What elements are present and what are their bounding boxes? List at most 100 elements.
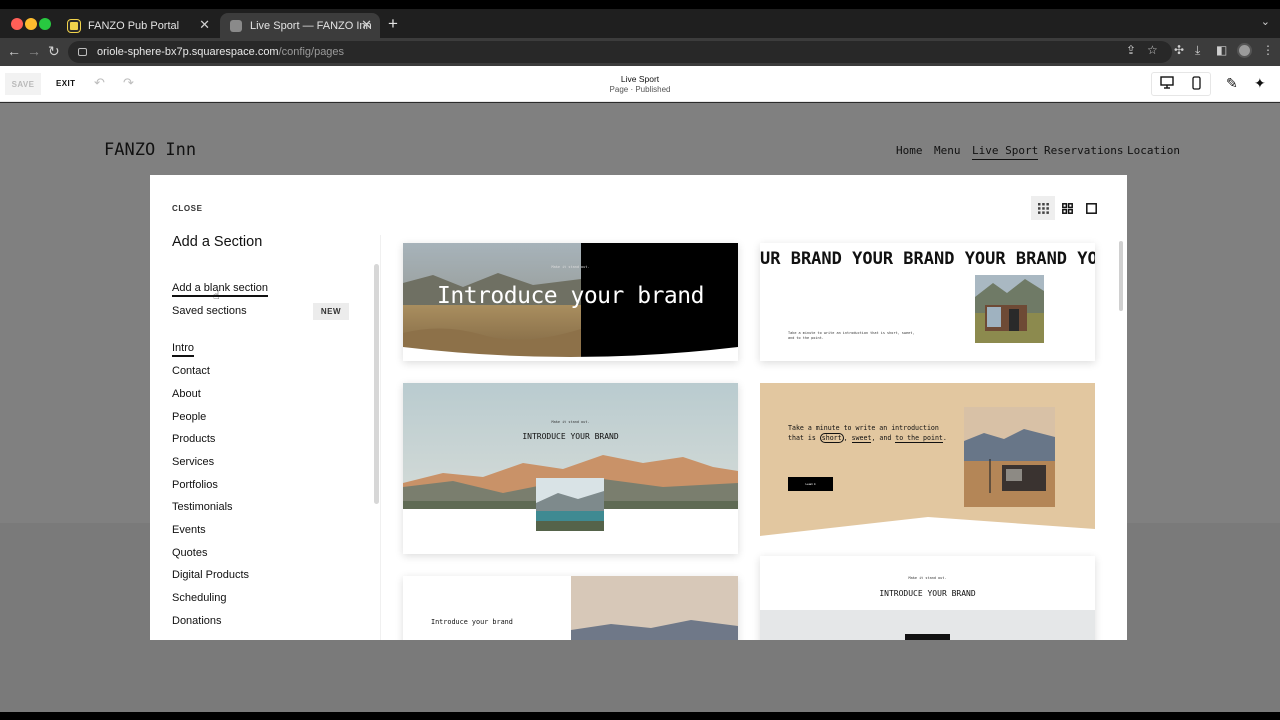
template-body-line1: Take a minute to write an introduction [788,424,939,432]
category-about[interactable]: About [172,388,201,400]
page-title: Live Sport [620,74,660,84]
category-people[interactable]: People [172,411,206,423]
back-arrow-icon[interactable]: ← [7,43,21,59]
template-word-short: short [819,433,844,443]
template-card-intro-6[interactable]: Make it stand out. INTRODUCE YOUR BRAND [760,556,1095,640]
window-close-button[interactable] [11,18,23,30]
template-card-intro-5[interactable]: Introduce your brand [403,576,738,640]
profile-avatar[interactable] [1237,43,1252,58]
reload-icon[interactable]: ↻ [48,43,60,59]
category-contact[interactable]: Contact [172,365,210,377]
bookmark-star-icon[interactable]: ☆ [1147,43,1158,57]
template-body: Take a minute to write an introduction t… [788,331,915,340]
category-donations[interactable]: Donations [172,615,222,627]
design-sparkle-icon[interactable]: ✦ [1254,75,1266,91]
browser-toolbar: ← → ↻ oriole-sphere-bx7p.squarespace.com… [0,38,1280,66]
exit-button[interactable]: EXIT [56,79,75,88]
sidebar-scrollbar[interactable] [374,264,379,504]
template-card-intro-2[interactable]: UR BRAND YOUR BRAND YOUR BRAND YOU Take … [760,243,1095,361]
more-menu-icon[interactable]: ⋮ [1262,43,1274,57]
template-preview-image [571,576,738,640]
category-digital-products[interactable]: Digital Products [172,569,249,581]
close-button[interactable]: CLOSE [172,204,203,213]
saved-sections-link[interactable]: Saved sections [172,305,247,317]
template-headline: Introduce your brand [431,618,513,626]
category-quotes[interactable]: Quotes [172,547,207,559]
template-preview-image [760,610,1095,640]
template-cabin-image [975,275,1044,343]
template-card-intro-4[interactable]: Take a minute to write an introduction t… [760,383,1095,536]
grid-small-icon[interactable] [1031,196,1055,220]
template-marquee: UR BRAND YOUR BRAND YOUR BRAND YOU [760,249,1095,269]
window-minimize-button[interactable] [25,18,37,30]
tab-search-chevron-icon[interactable]: ⌄ [1261,15,1270,28]
category-testimonials[interactable]: Testimonials [172,501,233,513]
site-nav-live-sport[interactable]: Live Sport [972,144,1039,160]
template-kicker: Make it stand out. [908,576,947,580]
template-headline: INTRODUCE YOUR BRAND [879,589,976,598]
template-kicker: Make it stand out. [551,265,590,269]
add-blank-section-link[interactable]: Add a blank section [172,282,269,297]
template-angle-shape [760,517,1095,536]
template-sep: , [843,434,852,442]
address-bar[interactable]: oriole-sphere-bx7p.squarespace.com/confi… [68,41,1172,63]
template-kicker: Make it stand out. [551,420,590,424]
url-path: /config/pages [278,46,345,58]
window-zoom-button[interactable] [39,18,51,30]
category-scheduling[interactable]: Scheduling [172,592,226,604]
browser-tab-live-sport[interactable]: Live Sport — FANZO Inn ✕ [220,13,380,38]
fanzo-favicon-icon [67,18,81,33]
tab-title: Live Sport — FANZO Inn [250,19,372,32]
template-word-sweet: sweet [851,434,872,443]
mouse-pointer-icon: ☝ [213,290,220,302]
template-word-point: to the point [895,434,943,443]
template-grid-scrollbar[interactable] [1119,241,1123,311]
url-host: oriole-sphere-bx7p.squarespace.com [97,46,279,58]
lock-icon [78,48,87,56]
template-body-mid: , and [871,434,896,442]
desktop-view-icon[interactable] [1156,76,1177,92]
template-body: Take a minute to write an introduction t… [788,423,968,443]
squarespace-favicon-icon [230,19,242,32]
template-card-intro-3[interactable]: Make it stand out. INTRODUCE YOUR BRAND [403,383,738,554]
site-nav-home[interactable]: Home [896,144,923,157]
template-landscape-image [964,407,1055,507]
modal-title: Add a Section [172,234,263,250]
browser-tab-strip: FANZO Pub Portal ✕ Live Sport — FANZO In… [0,9,1280,38]
category-portfolios[interactable]: Portfolios [172,479,218,491]
category-services[interactable]: Services [172,456,214,468]
site-nav-menu[interactable]: Menu [934,144,961,157]
save-button[interactable]: SAVE [5,73,41,95]
page-status: Page · Published [609,85,671,94]
site-logo: FANZO Inn [104,140,197,160]
browser-tab-fanzo-portal[interactable]: FANZO Pub Portal ✕ [58,13,218,38]
tab-close-icon[interactable]: ✕ [199,18,210,32]
forward-arrow-icon[interactable]: → [27,43,41,59]
category-events[interactable]: Events [172,524,206,536]
category-products[interactable]: Products [172,433,215,445]
template-button: Learn it [788,477,833,491]
template-headline: Introduce your brand [437,283,704,309]
new-tab-plus-icon[interactable]: + [388,15,398,33]
site-nav-reservations[interactable]: Reservations [1044,144,1123,157]
grid-size-toggle [1031,196,1103,220]
template-body-pre: that is [788,434,820,442]
site-styles-brush-icon[interactable]: ✎ [1226,75,1238,91]
add-section-modal: CLOSE Add a Section Add a blank section … [150,175,1127,640]
category-intro[interactable]: Intro [172,342,195,357]
tab-close-icon[interactable]: ✕ [361,18,372,32]
template-card-intro-1[interactable]: Make it stand out. Introduce your brand [403,243,738,361]
undo-icon[interactable]: ↶ [94,76,105,90]
download-icon[interactable]: ⤓ [1195,43,1200,57]
side-panel-icon[interactable]: ◧ [1216,43,1227,57]
screen: FANZO Pub Portal ✕ Live Sport — FANZO In… [0,9,1280,712]
site-nav-location[interactable]: Location [1127,144,1180,157]
grid-medium-icon[interactable] [1055,196,1079,220]
sidebar-divider [380,235,381,640]
extensions-puzzle-icon[interactable]: ✣ [1174,43,1184,57]
redo-icon[interactable]: ↷ [123,76,134,90]
new-badge: NEW [313,303,349,320]
mobile-view-icon[interactable] [1186,76,1207,92]
share-icon[interactable]: ⇪ [1126,43,1136,57]
grid-large-icon[interactable] [1079,196,1103,220]
